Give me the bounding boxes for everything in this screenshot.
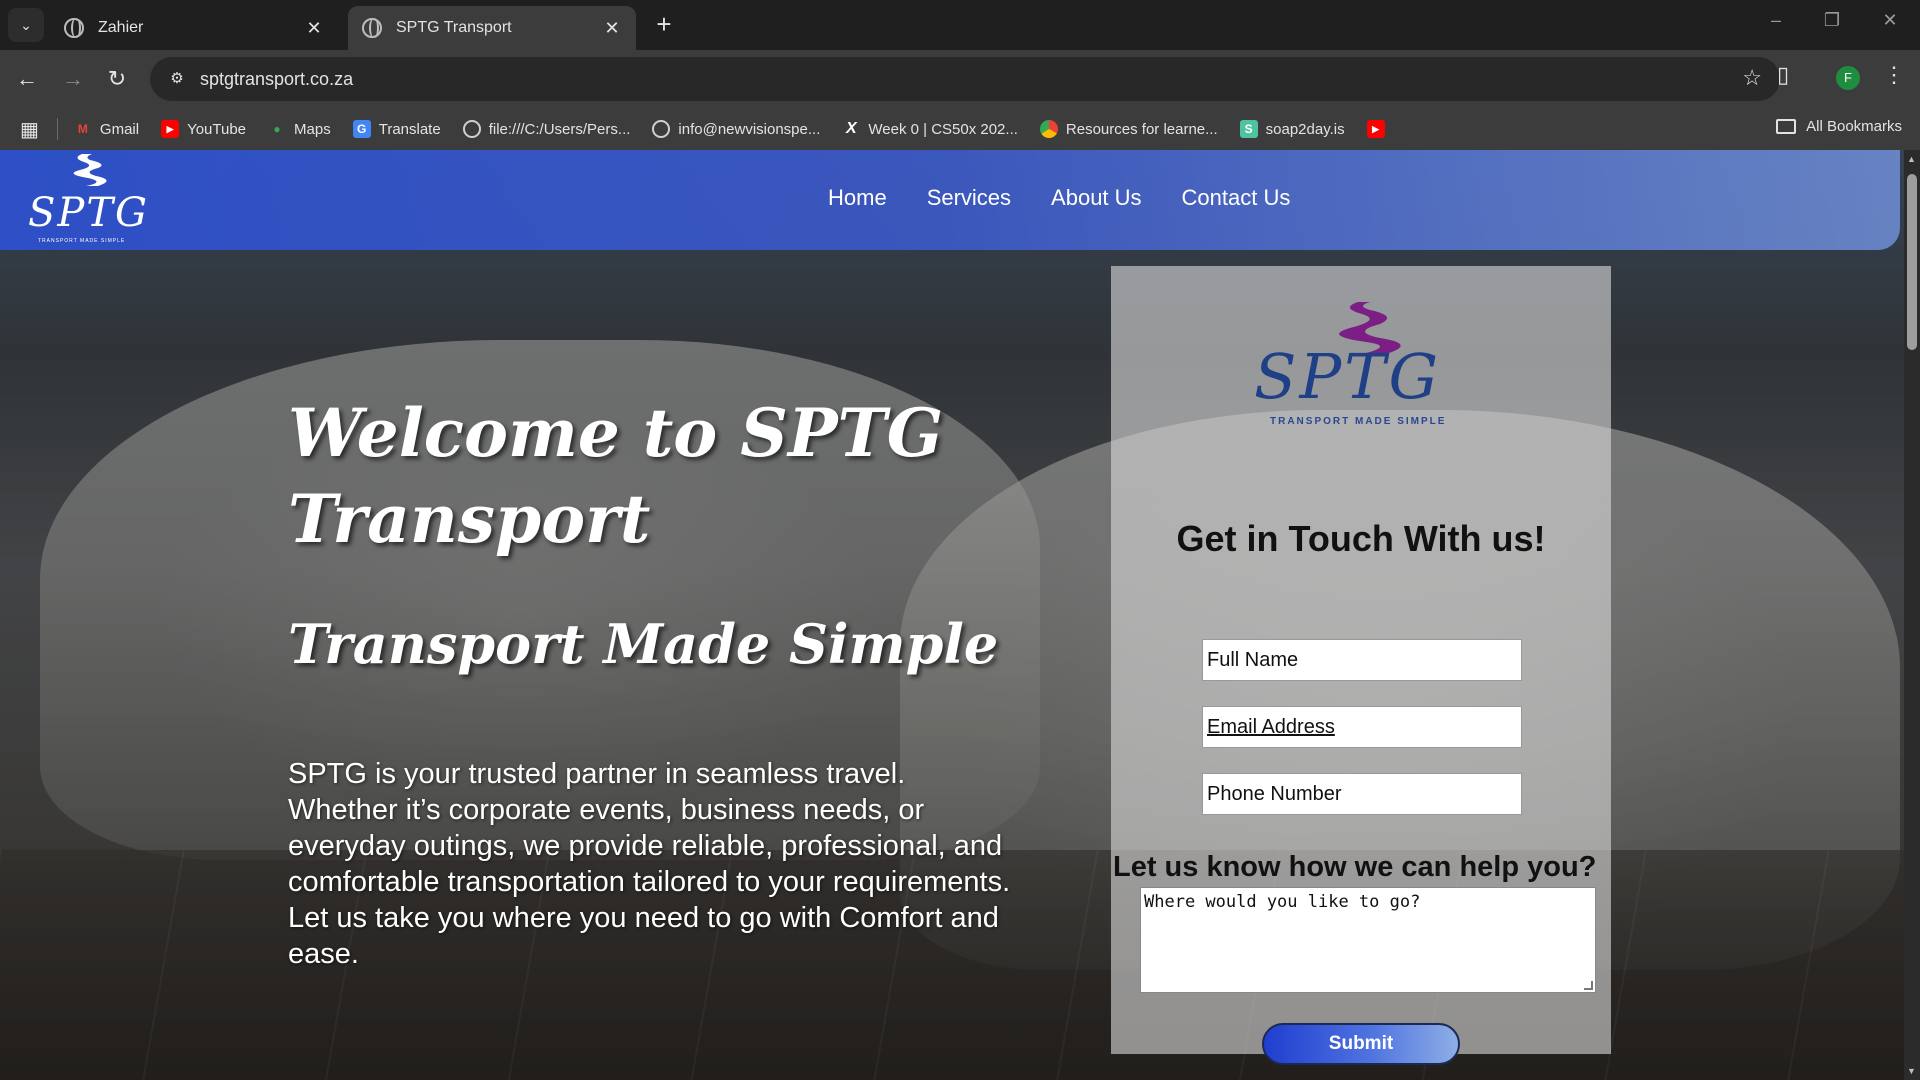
message-placeholder: Where would you like to go? bbox=[1144, 892, 1421, 912]
phone-field[interactable]: Phone Number bbox=[1202, 773, 1522, 815]
message-textarea[interactable]: Where would you like to go? bbox=[1140, 887, 1596, 993]
bookmark-youtube-2[interactable]: ▶ bbox=[1366, 120, 1393, 138]
x-icon: X bbox=[846, 120, 857, 137]
globe-icon bbox=[362, 18, 382, 38]
bookmark-label: Translate bbox=[378, 120, 441, 138]
bookmark-star-icon[interactable]: ☆ bbox=[1742, 65, 1762, 91]
email-field[interactable]: Email Address bbox=[1202, 706, 1522, 748]
translate-icon: G bbox=[352, 120, 371, 138]
bookmark-label: Gmail bbox=[99, 120, 140, 138]
contact-title: Get in Touch With us! bbox=[1176, 518, 1546, 559]
nav-home[interactable]: Home bbox=[828, 185, 887, 211]
bookmark-youtube[interactable]: ▶ YouTube bbox=[161, 120, 246, 138]
bookmark-label: soap2day.is bbox=[1265, 120, 1345, 138]
close-window-button[interactable]: ✕ bbox=[1870, 10, 1910, 31]
site-header: SPTG TRANSPORT MADE SIMPLE Home Services… bbox=[0, 150, 1900, 250]
globe-icon bbox=[462, 120, 481, 138]
hero-subtitle: Transport Made Simple bbox=[288, 612, 999, 676]
apps-grid-icon[interactable]: ▦ bbox=[20, 117, 39, 142]
all-bookmarks-label: All Bookmarks bbox=[1806, 118, 1902, 135]
bookmarks-bar: ▦ M Gmail ▶ YouTube ● Maps G Translate file:… bbox=[0, 108, 1920, 150]
resize-handle[interactable] bbox=[1584, 981, 1593, 990]
close-icon[interactable]: ✕ bbox=[304, 18, 324, 39]
submit-button[interactable]: Submit bbox=[1262, 1023, 1460, 1065]
s-icon: S bbox=[1239, 120, 1258, 138]
page-viewport: SPTG TRANSPORT MADE SIMPLE Home Services… bbox=[0, 150, 1904, 1080]
close-icon[interactable]: ✕ bbox=[602, 18, 622, 39]
logo-tagline: TRANSPORT MADE SIMPLE bbox=[38, 238, 126, 244]
reload-button[interactable]: ↻ bbox=[100, 62, 134, 96]
tab-zahier[interactable]: Zahier ✕ bbox=[50, 6, 338, 50]
bookmarks-divider bbox=[56, 118, 58, 140]
bookmark-maps[interactable]: ● Maps bbox=[268, 120, 331, 138]
full-name-field[interactable]: Full Name bbox=[1202, 639, 1522, 681]
tab-title: SPTG Transport bbox=[396, 19, 512, 36]
tab-title: Zahier bbox=[98, 19, 144, 36]
page-scrollbar[interactable]: ▲ ▼ bbox=[1904, 150, 1920, 1080]
bookmark-file[interactable]: file:///C:/Users/Pers... bbox=[462, 120, 631, 138]
browser-toolbar: ← → ↻ ⚙ sptgtransport.co.za ☆ ▯ F ⋮ bbox=[0, 50, 1920, 108]
bookmark-label: info@newvisionspe... bbox=[678, 120, 821, 138]
scroll-up-arrow[interactable]: ▲ bbox=[1907, 154, 1916, 164]
bookmark-resources[interactable]: Resources for learne... bbox=[1039, 120, 1218, 138]
youtube-icon: ▶ bbox=[161, 120, 180, 138]
tab-sptg-transport[interactable]: SPTG Transport ✕ bbox=[348, 6, 636, 50]
hero-title: Welcome to SPTG Transport bbox=[288, 394, 944, 558]
restore-button[interactable]: ❐ bbox=[1812, 10, 1852, 31]
bookmark-label: file:///C:/Users/Pers... bbox=[488, 120, 631, 138]
contact-form: SPTG TRANSPORT MADE SIMPLE Get in Touch … bbox=[1111, 266, 1611, 1065]
gmail-icon: M bbox=[77, 122, 88, 136]
bookmark-label: Maps bbox=[294, 120, 331, 138]
bookmark-translate[interactable]: G Translate bbox=[352, 120, 441, 138]
folder-icon bbox=[1776, 119, 1797, 134]
new-tab-button[interactable]: + bbox=[650, 10, 678, 38]
bookmark-soap2day[interactable]: Ssoap2day.is bbox=[1239, 120, 1345, 138]
bookmark-info[interactable]: info@newvisionspe... bbox=[652, 120, 820, 138]
tab-strip: ⌄ Zahier ✕ SPTG Transport ✕ + – ❐ ✕ bbox=[0, 0, 1920, 50]
forward-button[interactable]: → bbox=[56, 62, 90, 96]
contact-logo-text: SPTG bbox=[1254, 340, 1442, 413]
logo-text: SPTG bbox=[28, 190, 149, 236]
scroll-down-arrow[interactable]: ▼ bbox=[1907, 1066, 1916, 1076]
back-button[interactable]: ← bbox=[10, 62, 44, 96]
hero-description: SPTG is your trusted partner in seamless… bbox=[288, 758, 1011, 970]
bookmark-label: YouTube bbox=[187, 120, 247, 138]
site-logo[interactable]: SPTG TRANSPORT MADE SIMPLE bbox=[24, 152, 150, 248]
tab-search-button[interactable]: ⌄ bbox=[8, 8, 44, 42]
site-info-icon[interactable]: ⚙ bbox=[162, 64, 192, 94]
bookmark-cs50[interactable]: X Week 0 | CS50x 202... bbox=[842, 120, 1018, 138]
all-bookmarks-button[interactable]: All Bookmarks bbox=[1776, 118, 1902, 135]
bookmark-label: Resources for learne... bbox=[1065, 120, 1218, 138]
bookmark-gmail[interactable]: M Gmail bbox=[74, 120, 139, 138]
chrome-icon bbox=[1039, 120, 1058, 138]
profile-avatar[interactable]: F bbox=[1836, 66, 1860, 90]
scrollbar-thumb[interactable] bbox=[1907, 174, 1917, 350]
globe-icon bbox=[652, 120, 671, 138]
nav-services[interactable]: Services bbox=[927, 185, 1011, 211]
contact-logo: SPTG TRANSPORT MADE SIMPLE bbox=[1246, 302, 1476, 427]
help-label: Let us know how we can help you? bbox=[1113, 851, 1597, 883]
contact-logo-tagline: TRANSPORT MADE SIMPLE bbox=[1270, 416, 1447, 427]
bookmark-label: Week 0 | CS50x 202... bbox=[868, 120, 1018, 138]
address-bar[interactable]: ⚙ sptgtransport.co.za ☆ bbox=[150, 57, 1780, 101]
url-text[interactable]: sptgtransport.co.za bbox=[200, 69, 353, 90]
nav-about-us[interactable]: About Us bbox=[1051, 185, 1142, 211]
menu-icon[interactable]: ⋮ bbox=[1882, 62, 1906, 88]
minimize-button[interactable]: – bbox=[1756, 10, 1796, 31]
youtube-icon: ▶ bbox=[1366, 120, 1385, 138]
extensions-icon[interactable]: ▯ bbox=[1766, 62, 1800, 88]
maps-icon: ● bbox=[273, 122, 281, 136]
nav-contact-us[interactable]: Contact Us bbox=[1182, 185, 1291, 211]
globe-icon bbox=[64, 18, 84, 38]
main-nav: Home Services About Us Contact Us bbox=[828, 185, 1330, 211]
